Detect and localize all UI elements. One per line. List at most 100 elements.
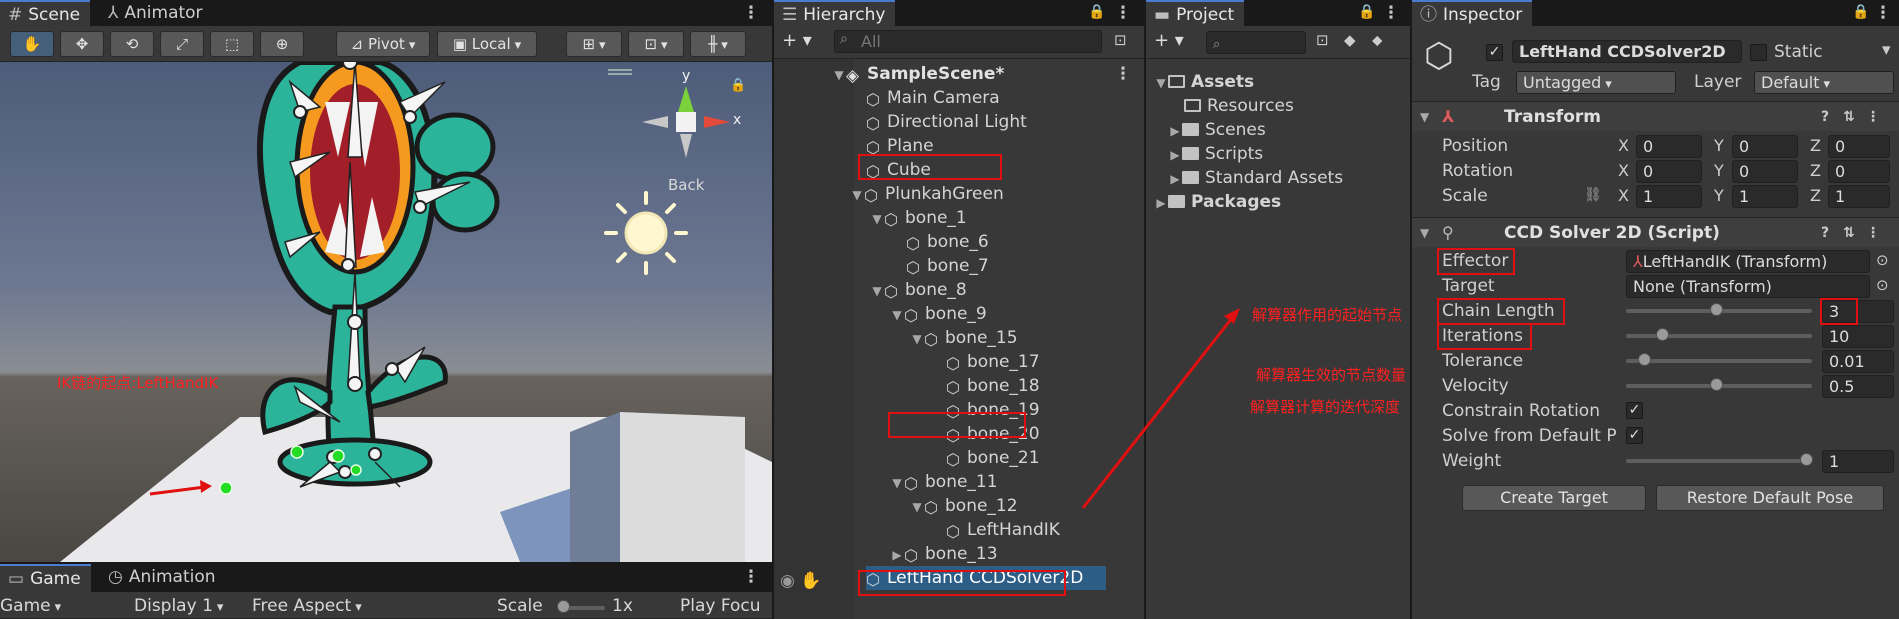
tolerance-slider[interactable] <box>1626 359 1812 363</box>
display-dropdown[interactable]: Display 1 <box>134 594 248 618</box>
filter-label-icon[interactable]: ⬥ <box>1372 31 1383 49</box>
ccd-header[interactable]: ▼ ⚲ CCD Solver 2D (Script) ? ⇅ ⋮ <box>1412 217 1899 247</box>
velocity-field[interactable]: 0.5 <box>1822 375 1894 398</box>
lock-icon[interactable]: 🔒 <box>730 78 746 93</box>
project-create-dropdown[interactable]: + ▾ <box>1154 30 1184 51</box>
position-y-field[interactable]: 0 <box>1732 135 1798 158</box>
rotation-z-field[interactable]: 0 <box>1828 160 1890 183</box>
rotation-x-field[interactable]: 0 <box>1636 160 1702 183</box>
rotation-z-axis-label[interactable]: Z <box>1810 159 1821 183</box>
hierarchy-item[interactable]: ⬡ bone_17 <box>946 350 1040 374</box>
game-dropdown[interactable]: Game <box>0 594 116 618</box>
hierarchy-item[interactable]: ▼ ⬡ bone_11 <box>890 470 997 494</box>
iterations-slider[interactable] <box>1626 334 1812 338</box>
chain-length-thumb[interactable] <box>1710 303 1723 316</box>
expand-arrow-icon[interactable]: ▶ <box>1168 119 1182 143</box>
velocity-thumb[interactable] <box>1710 378 1723 391</box>
expand-arrow-icon[interactable]: ▼ <box>910 495 924 519</box>
iterations-thumb[interactable] <box>1656 328 1669 341</box>
hierarchy-item-selected[interactable]: ⬡ LeftHand CCDSolver2D <box>866 566 1106 590</box>
solve-from-default-checkbox[interactable]: ✓ <box>1626 427 1643 444</box>
transform-tool-button[interactable]: ⊕ <box>260 31 304 57</box>
object-picker-icon[interactable]: ⊙ <box>1876 251 1889 269</box>
hierarchy-item[interactable]: ⬡ bone_6 <box>906 230 989 254</box>
position-x-axis-label[interactable]: X <box>1618 134 1629 158</box>
hierarchy-item[interactable]: ⬡ bone_19 <box>946 398 1040 422</box>
hierarchy-item[interactable]: ⬡ bone_7 <box>906 254 989 278</box>
hierarchy-item[interactable]: ▼ ⬡ bone_12 <box>910 494 1017 519</box>
expand-arrow-icon[interactable]: ▶ <box>1154 191 1168 215</box>
tolerance-field[interactable]: 0.01 <box>1822 350 1894 373</box>
create-target-button[interactable]: Create Target <box>1462 485 1646 511</box>
tab-scene[interactable]: # Scene <box>0 0 91 26</box>
scale-z-axis-label[interactable]: Z <box>1810 184 1821 208</box>
pivot-dropdown[interactable]: ⊿ Pivot <box>336 31 430 57</box>
lock-icon[interactable]: 🔒 <box>1852 4 1869 20</box>
move-tool-button[interactable]: ✥ <box>60 31 104 57</box>
tab-animator[interactable]: ⅄ Animator <box>100 0 213 26</box>
hierarchy-item[interactable]: ⬡ bone_18 <box>946 374 1040 398</box>
preset-icon[interactable]: ⇅ <box>1840 108 1858 126</box>
active-checkbox[interactable]: ✓ <box>1486 44 1503 61</box>
transform-header[interactable]: ▼ ⅄ Transform ? ⇅ ⋮ <box>1412 101 1899 131</box>
hierarchy-search-input[interactable]: All <box>834 30 1102 53</box>
expand-arrow-icon[interactable]: ▼ <box>1154 71 1168 95</box>
weight-slider[interactable] <box>1626 459 1812 463</box>
scene-row-more-icon[interactable]: ⋮ <box>1114 62 1132 86</box>
effector-field[interactable]: ⅄LeftHandIK (Transform) <box>1626 250 1870 273</box>
hand-tool-button[interactable]: ✋ <box>10 31 54 57</box>
tab-inspector[interactable]: ⓘ Inspector <box>1412 0 1533 26</box>
filter-type-icon[interactable]: ◆ <box>1344 31 1356 49</box>
rotation-y-field[interactable]: 0 <box>1732 160 1798 183</box>
project-search-input[interactable]: ⌕ <box>1206 31 1306 54</box>
create-dropdown[interactable]: + ▾ <box>782 30 812 51</box>
position-z-field[interactable]: 0 <box>1828 135 1890 158</box>
tab-game[interactable]: ▭ Game <box>0 564 91 592</box>
constrain-rotation-checkbox[interactable]: ✓ <box>1626 402 1643 419</box>
lock-icon[interactable]: 🔒 <box>1088 4 1105 20</box>
scale-x-field[interactable]: 1 <box>1636 185 1702 208</box>
aspect-dropdown[interactable]: Free Aspect <box>252 594 486 618</box>
ruler-dropdown[interactable]: ╫ <box>690 31 746 57</box>
scale-y-axis-label[interactable]: Y <box>1714 184 1724 208</box>
grid-snap-dropdown[interactable]: ⊞ <box>566 31 622 57</box>
hierarchy-item[interactable]: ⬡ Plane <box>866 134 934 158</box>
chain-length-field[interactable]: 3 <box>1822 300 1894 323</box>
scene-more-icon[interactable]: ⋮ <box>742 0 760 26</box>
tab-animation[interactable]: ◷ Animation <box>100 564 226 592</box>
expand-arrow-icon[interactable]: ▶ <box>890 543 904 567</box>
search-type-icon[interactable]: ⊡ <box>1316 31 1329 49</box>
project-folder-item[interactable]: Resources <box>1184 94 1294 118</box>
local-dropdown[interactable]: ▣ Local <box>437 31 537 57</box>
tab-project[interactable]: ▬ Project <box>1146 0 1245 26</box>
weight-field[interactable]: 1 <box>1822 450 1894 473</box>
expand-arrow-icon[interactable]: ▼ <box>850 183 864 207</box>
hierarchy-item[interactable]: ▼ ⬡ bone_9 <box>890 302 986 326</box>
scale-y-field[interactable]: 1 <box>1732 185 1798 208</box>
scene-viewport[interactable]: y x Back 🔒 IK链的起点:LeftHandIK <box>0 62 772 562</box>
rotation-x-axis-label[interactable]: X <box>1618 159 1629 183</box>
static-dropdown-icon[interactable]: ▾ <box>1882 40 1891 60</box>
weight-thumb[interactable] <box>1800 453 1813 466</box>
expand-arrow-icon[interactable]: ▶ <box>1168 167 1182 191</box>
help-icon[interactable]: ? <box>1816 108 1834 126</box>
rotation-y-axis-label[interactable]: Y <box>1714 159 1724 183</box>
game-more-icon[interactable]: ⋮ <box>742 564 760 590</box>
position-y-axis-label[interactable]: Y <box>1714 134 1724 158</box>
static-checkbox[interactable] <box>1750 44 1767 61</box>
layer-dropdown[interactable]: Default <box>1754 71 1894 94</box>
scale-z-field[interactable]: 1 <box>1828 185 1890 208</box>
hierarchy-item[interactable]: ⬡ bone_20 <box>946 422 1040 446</box>
expand-arrow-icon[interactable]: ▼ <box>870 279 884 303</box>
tab-hierarchy[interactable]: ☰ Hierarchy <box>774 0 896 26</box>
tolerance-thumb[interactable] <box>1638 353 1651 366</box>
hierarchy-item[interactable]: ▼ ⬡ bone_15 <box>910 326 1017 350</box>
scale-slider-thumb[interactable] <box>557 600 570 613</box>
hierarchy-item[interactable]: ⬡ Main Camera <box>866 86 1000 110</box>
play-focus-dropdown[interactable]: Play Focu <box>680 594 761 618</box>
restore-default-pose-button[interactable]: Restore Default Pose <box>1656 485 1884 511</box>
project-more-icon[interactable]: ⋮ <box>1382 0 1400 26</box>
scene-row[interactable]: ▼ ◈ SampleScene* <box>832 62 1004 86</box>
hierarchy-item[interactable]: ▶ ⬡ bone_13 <box>890 542 997 567</box>
hierarchy-item[interactable]: ▼ ⬡ PlunkahGreen <box>850 182 1003 207</box>
